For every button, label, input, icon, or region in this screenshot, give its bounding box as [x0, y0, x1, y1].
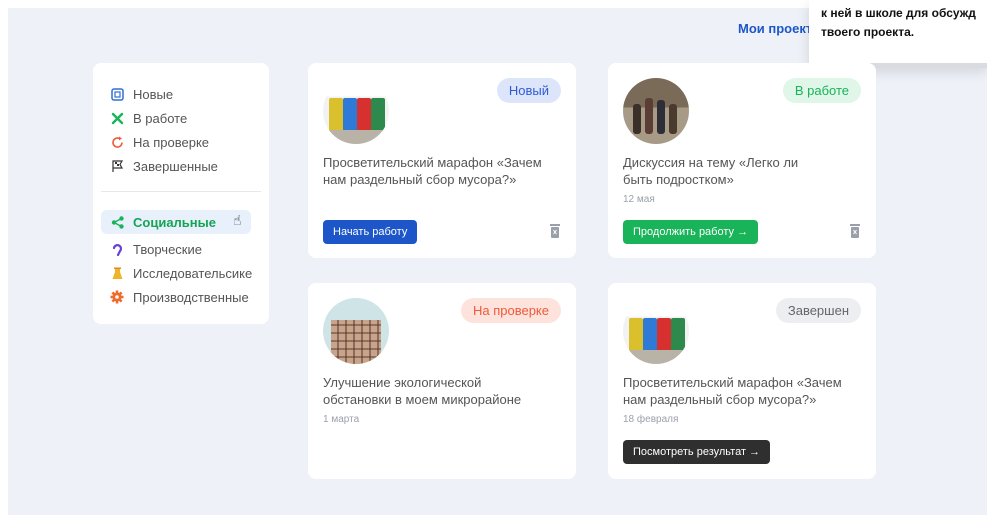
- filter-production[interactable]: Производственные: [101, 285, 249, 309]
- card-title: Дискуссия на тему «Легко ли быть подрост…: [623, 155, 799, 187]
- status-badge: Завершен: [775, 298, 861, 323]
- project-card[interactable]: Новый Просветительский марафон «Зачем на…: [308, 63, 576, 258]
- filter-research[interactable]: Исследовательсике: [101, 261, 252, 285]
- filter-new[interactable]: Новые: [101, 82, 173, 106]
- tooltip-line: к ней в школе для обсужд: [821, 6, 976, 20]
- filter-completed[interactable]: Завершенные: [101, 154, 218, 178]
- filter-label: Производственные: [133, 289, 249, 305]
- filter-label: Социальные: [133, 214, 216, 230]
- card-title: Просветительский марафон «Зачем нам разд…: [623, 375, 842, 407]
- filter-label: Исследовательсике: [133, 265, 253, 281]
- card-date: 12 мая: [623, 194, 655, 205]
- recycling-bins-image: [323, 78, 389, 144]
- card-date: 1 марта: [323, 414, 360, 425]
- start-work-button[interactable]: Начать работу: [323, 220, 418, 244]
- status-badge: В работе: [782, 78, 861, 103]
- card-title: Улучшение экологической обстановки в мое…: [323, 375, 522, 407]
- tooltip-popup: к ней в школе для обсужд твоего проекта.: [809, 0, 987, 68]
- flag-icon: [109, 158, 125, 174]
- filter-in-progress[interactable]: В работе: [101, 106, 187, 130]
- status-badge: Новый: [496, 78, 561, 103]
- refresh-icon: [109, 134, 125, 150]
- filter-label: В работе: [133, 110, 188, 126]
- project-card[interactable]: В работе Дискуссия на тему «Легко ли быт…: [608, 63, 876, 258]
- continue-work-button[interactable]: Продолжить работу →: [623, 220, 759, 244]
- card-date: 18 февраля: [623, 414, 679, 425]
- tooltip-line: твоего проекта.: [821, 25, 915, 39]
- hand-cursor-icon: ☝: [233, 212, 242, 228]
- filter-label: Завершенные: [133, 158, 218, 174]
- gear-icon: [109, 289, 125, 305]
- card-title: Просветительский марафон «Зачем нам разд…: [323, 155, 542, 187]
- teenagers-image: [623, 78, 689, 144]
- my-projects-link[interactable]: Мои проект: [738, 21, 812, 36]
- project-card[interactable]: На проверке Улучшение экологической обст…: [308, 283, 576, 479]
- filter-label: На проверке: [133, 134, 210, 150]
- project-card[interactable]: Завершен Просветительский марафон «Зачем…: [608, 283, 876, 479]
- recycling-bins-image: [623, 298, 689, 364]
- filter-creative[interactable]: Творческие: [101, 237, 202, 261]
- tools-icon: [109, 110, 125, 126]
- status-badge: На проверке: [460, 298, 561, 323]
- filter-review[interactable]: На проверке: [101, 130, 209, 154]
- sidebar-divider: [101, 191, 261, 192]
- filter-sidebar: Новые В работе На проверке Завершенные С…: [93, 63, 269, 324]
- flask-icon: [109, 265, 125, 281]
- trash-icon[interactable]: [849, 223, 861, 239]
- ear-icon: [109, 241, 125, 257]
- trash-icon[interactable]: [549, 223, 561, 239]
- filter-label: Творческие: [133, 241, 202, 257]
- share-icon: [109, 214, 125, 230]
- filter-social[interactable]: Социальные ☝: [101, 210, 251, 234]
- new-icon: [109, 86, 125, 102]
- building-image: [323, 298, 389, 364]
- filter-label: Новые: [133, 86, 174, 102]
- view-result-button[interactable]: Посмотреть результат →: [623, 440, 771, 464]
